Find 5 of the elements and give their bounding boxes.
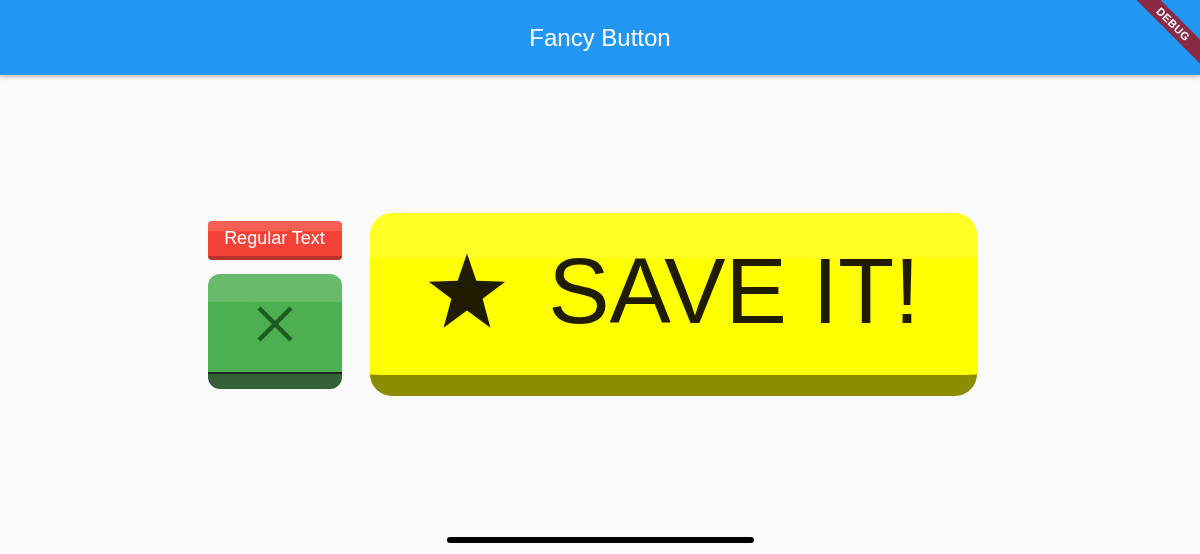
save-button[interactable]: SAVE IT! bbox=[369, 213, 977, 396]
app-title: Fancy Button bbox=[529, 23, 671, 52]
close-icon bbox=[254, 303, 295, 344]
close-button[interactable] bbox=[207, 273, 342, 389]
regular-text-button[interactable]: Regular Text bbox=[207, 220, 342, 260]
